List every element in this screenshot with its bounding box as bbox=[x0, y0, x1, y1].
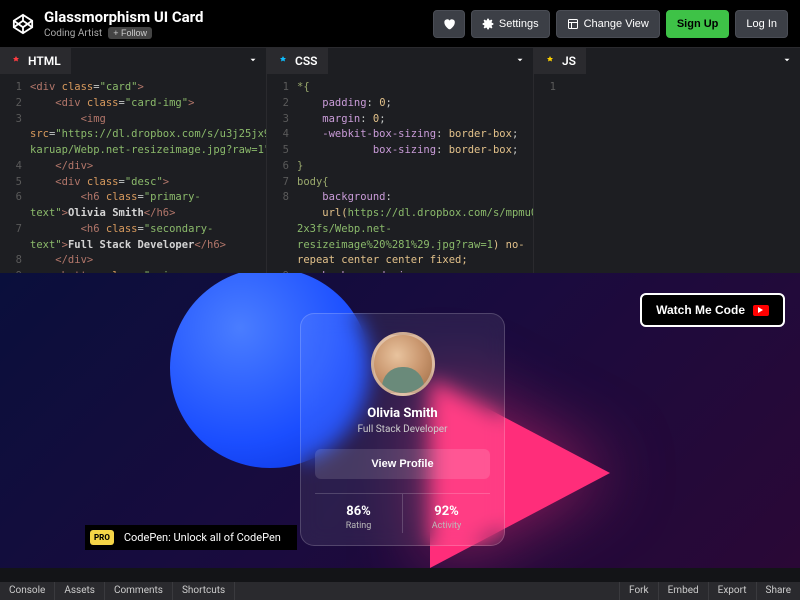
avatar bbox=[371, 332, 435, 396]
heart-icon bbox=[442, 17, 456, 31]
css-pane-caret[interactable] bbox=[507, 50, 533, 72]
card-name: Olivia Smith bbox=[315, 406, 490, 421]
js-pane-caret[interactable] bbox=[774, 50, 800, 72]
footer-right: Fork Embed Export Share bbox=[619, 582, 800, 600]
ad-bar[interactable]: PRO CodePen: Unlock all of CodePen bbox=[85, 525, 297, 550]
stat-activity: 92% Activity bbox=[403, 494, 490, 533]
js-tab[interactable]: JS bbox=[534, 48, 586, 74]
css-pane: CSS 1*{ 2 padding: 0; 3 margin: 0; 4 -we… bbox=[267, 48, 534, 273]
editor-row: HTML 1<div class="card"> 2 <div class="c… bbox=[0, 48, 800, 273]
js-code-editor[interactable]: 1 bbox=[534, 74, 800, 273]
html-pane: HTML 1<div class="card"> 2 <div class="c… bbox=[0, 48, 267, 273]
pen-title: Glassmorphism UI Card bbox=[44, 8, 203, 26]
footer-left: Console Assets Comments Shortcuts bbox=[0, 582, 235, 600]
view-profile-button[interactable]: View Profile bbox=[315, 449, 490, 479]
gear-icon bbox=[544, 55, 556, 67]
gear-icon bbox=[482, 18, 494, 30]
html-pane-head: HTML bbox=[0, 48, 266, 74]
rating-label: Rating bbox=[319, 521, 398, 531]
top-header: Glassmorphism UI Card Coding Artist + Fo… bbox=[0, 0, 800, 48]
html-code-editor[interactable]: 1<div class="card"> 2 <div class="card-i… bbox=[0, 74, 266, 273]
gear-icon bbox=[10, 55, 22, 67]
change-view-button[interactable]: Change View bbox=[556, 10, 660, 38]
signup-button[interactable]: Sign Up bbox=[666, 10, 730, 38]
console-tab[interactable]: Console bbox=[0, 582, 55, 600]
assets-tab[interactable]: Assets bbox=[55, 582, 105, 600]
footer-bar: Console Assets Comments Shortcuts Fork E… bbox=[0, 582, 800, 600]
chevron-down-icon bbox=[515, 55, 525, 65]
js-tab-label: JS bbox=[562, 54, 576, 68]
js-pane-head: JS bbox=[534, 48, 800, 74]
html-tab[interactable]: HTML bbox=[0, 48, 71, 74]
follow-button[interactable]: + Follow bbox=[108, 27, 152, 39]
codepen-logo-icon bbox=[12, 13, 34, 35]
glass-card: Olivia Smith Full Stack Developer View P… bbox=[300, 313, 505, 546]
fork-tab[interactable]: Fork bbox=[619, 582, 658, 600]
chevron-down-icon bbox=[248, 55, 258, 65]
stat-rating: 86% Rating bbox=[315, 494, 403, 533]
rating-value: 86% bbox=[319, 504, 398, 519]
preview-area: Watch Me Code Olivia Smith Full Stack De… bbox=[0, 273, 800, 568]
header-actions: Settings Change View Sign Up Log In bbox=[433, 10, 788, 38]
css-tab-label: CSS bbox=[295, 54, 318, 68]
activity-value: 92% bbox=[407, 504, 486, 519]
card-stats: 86% Rating 92% Activity bbox=[315, 493, 490, 533]
ad-text: CodePen: Unlock all of CodePen bbox=[124, 531, 281, 544]
css-pane-head: CSS bbox=[267, 48, 533, 74]
embed-tab[interactable]: Embed bbox=[658, 582, 708, 600]
css-tab[interactable]: CSS bbox=[267, 48, 328, 74]
change-view-label: Change View bbox=[584, 18, 649, 30]
layout-icon bbox=[567, 18, 579, 30]
settings-button[interactable]: Settings bbox=[471, 10, 550, 38]
html-tab-label: HTML bbox=[28, 54, 61, 68]
pen-author[interactable]: Coding Artist bbox=[44, 28, 102, 39]
activity-label: Activity bbox=[407, 521, 486, 531]
watch-label: Watch Me Code bbox=[656, 303, 745, 317]
settings-label: Settings bbox=[499, 18, 539, 30]
header-left: Glassmorphism UI Card Coding Artist + Fo… bbox=[12, 8, 203, 39]
title-block: Glassmorphism UI Card Coding Artist + Fo… bbox=[44, 8, 203, 39]
watch-me-code-button[interactable]: Watch Me Code bbox=[640, 293, 785, 327]
shortcuts-tab[interactable]: Shortcuts bbox=[173, 582, 235, 600]
login-button[interactable]: Log In bbox=[735, 10, 788, 38]
comments-tab[interactable]: Comments bbox=[105, 582, 173, 600]
chevron-down-icon bbox=[782, 55, 792, 65]
js-pane: JS 1 bbox=[534, 48, 800, 273]
heart-button[interactable] bbox=[433, 10, 465, 38]
css-code-editor[interactable]: 1*{ 2 padding: 0; 3 margin: 0; 4 -webkit… bbox=[267, 74, 533, 273]
share-tab[interactable]: Share bbox=[756, 582, 800, 600]
youtube-icon bbox=[753, 305, 769, 316]
pro-badge: PRO bbox=[90, 530, 114, 545]
gear-icon bbox=[277, 55, 289, 67]
html-pane-caret[interactable] bbox=[240, 50, 266, 72]
card-role: Full Stack Developer bbox=[315, 424, 490, 435]
export-tab[interactable]: Export bbox=[708, 582, 756, 600]
